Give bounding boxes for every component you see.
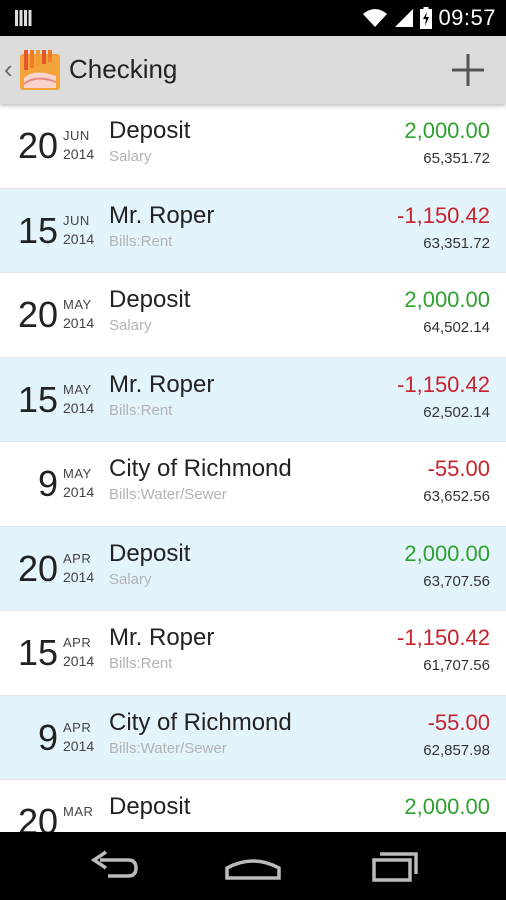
transaction-row[interactable]: 20 MAR Deposit 2,000.00 [0,780,506,832]
amount: -1,150.42 [397,371,490,397]
transaction-row[interactable]: 20 MAY 2014 Deposit Salary 2,000.00 64,5… [0,273,506,358]
transaction-row[interactable]: 9 APR 2014 City of Richmond Bills:Water/… [0,695,506,780]
running-balance: 62,502.14 [423,403,490,421]
date-month: JUN [63,128,90,143]
date-day: 20 [17,125,58,166]
chevron-left-icon[interactable]: ‹ [4,56,13,82]
date-day: 20 [17,294,58,335]
date-year: 2014 [63,230,95,247]
payee: Deposit [109,539,191,567]
amount: 2,000.00 [404,794,490,819]
category: Bills:Water/Sewer [109,486,227,503]
back-arrow-icon[interactable] [84,848,144,884]
date-month: APR [63,635,92,650]
transaction-list[interactable]: 20 JUN 2014 Deposit Salary 2,000.00 65,3… [0,104,506,832]
amount: 2,000.00 [404,287,490,312]
date-year: 2014 [63,484,95,500]
category: Salary [109,317,152,334]
date-month: APR [63,550,92,566]
payee: Deposit [109,286,191,313]
status-bar: 09:57 [0,0,506,36]
status-time: 09:57 [438,5,496,30]
date-month: MAY [63,381,92,397]
category: Bills:Water/Sewer [109,739,227,757]
transaction-row[interactable]: 20 JUN 2014 Deposit Salary 2,000.00 65,3… [0,104,506,189]
date-year: 2014 [63,146,95,162]
page-title: Checking [69,54,178,84]
category: Bills:Rent [109,655,173,672]
running-balance: 62,857.98 [423,741,490,759]
app-logo-icon[interactable] [18,48,62,92]
date-month: MAR [63,804,94,819]
date-month: MAY [63,297,92,312]
battery-icon [420,7,433,29]
date-month: MAY [63,466,92,481]
amount: 2,000.00 [404,540,490,566]
date-day: 15 [17,632,58,673]
payee: Mr. Roper [109,201,215,229]
category: Salary [109,570,152,588]
payee: City of Richmond [109,708,292,736]
transaction-row[interactable]: 15 JUN 2014 Mr. Roper Bills:Rent -1,150.… [0,188,506,273]
amount: -55.00 [427,709,490,735]
date-year: 2014 [63,737,95,754]
plus-icon[interactable] [448,50,488,90]
recents-icon[interactable] [364,848,424,884]
category: Salary [109,148,152,165]
running-balance: 61,707.56 [423,657,490,674]
date-month: JUN [63,212,90,228]
signal-icon [395,9,414,27]
date-day: 15 [17,378,58,420]
category: Bills:Rent [109,401,173,419]
running-balance: 63,707.56 [423,572,490,590]
payee: Deposit [109,117,191,144]
date-day: 9 [37,716,58,758]
date-day: 20 [17,547,58,589]
date-month: APR [63,719,92,735]
amount: -55.00 [427,456,490,481]
payee: Deposit [109,793,191,820]
home-icon[interactable] [223,848,283,884]
payee: City of Richmond [109,455,292,482]
amount: -1,150.42 [397,202,490,228]
amount: 2,000.00 [404,118,490,143]
date-day: 20 [17,801,58,833]
transaction-row[interactable]: 15 MAY 2014 Mr. Roper Bills:Rent -1,150.… [0,357,506,442]
date-day: 9 [37,463,58,504]
date-day: 15 [17,209,58,251]
transaction-row[interactable]: 15 APR 2014 Mr. Roper Bills:Rent -1,150.… [0,611,506,696]
date-year: 2014 [63,568,95,585]
status-icons: 09:57 [362,0,496,36]
running-balance: 64,502.14 [423,319,490,336]
wifi-icon [363,9,388,27]
transaction-row[interactable]: 9 MAY 2014 City of Richmond Bills:Water/… [0,442,506,527]
running-balance: 63,652.56 [423,488,490,505]
category: Bills:Rent [109,232,173,250]
notification-icon [15,10,32,26]
running-balance: 63,351.72 [423,234,490,252]
payee: Mr. Roper [109,624,215,651]
amount: -1,150.42 [397,625,490,650]
running-balance: 65,351.72 [423,150,490,167]
date-year: 2014 [63,653,95,669]
action-bar: ‹ Checking [0,36,506,104]
date-year: 2014 [63,315,95,331]
date-year: 2014 [63,399,95,416]
navigation-bar [0,832,506,900]
transaction-row[interactable]: 20 APR 2014 Deposit Salary 2,000.00 63,7… [0,526,506,611]
payee: Mr. Roper [109,370,215,398]
